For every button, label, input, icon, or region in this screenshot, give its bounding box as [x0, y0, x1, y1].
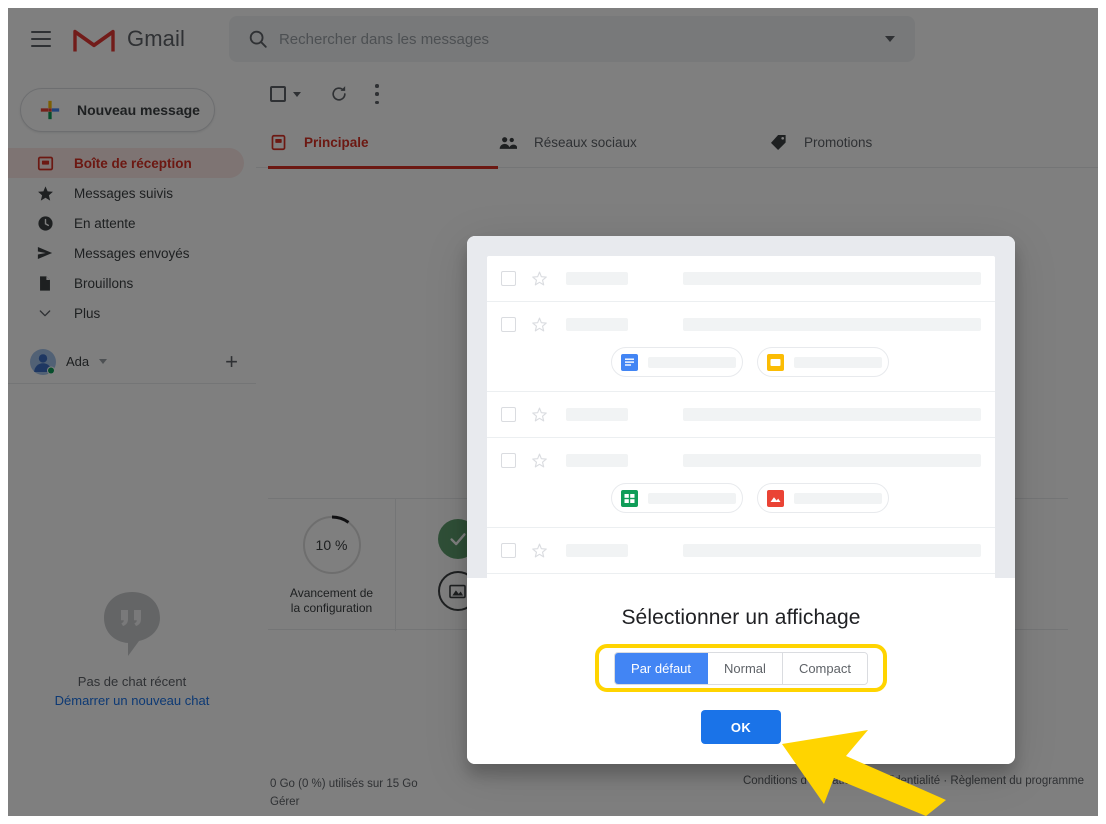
preview-sender-placeholder	[566, 454, 628, 467]
preview-sender-placeholder	[566, 544, 628, 557]
google-docs-icon	[621, 353, 638, 371]
attachment-chip	[611, 483, 743, 513]
checkbox-icon	[501, 543, 516, 558]
star-icon	[531, 270, 548, 287]
checkbox-icon	[501, 453, 516, 468]
preview-subject-placeholder	[683, 408, 981, 421]
attachment-chip	[757, 347, 889, 377]
attachment-chip	[757, 483, 889, 513]
preview-sender-placeholder	[566, 318, 628, 331]
preview-row	[487, 392, 995, 438]
checkbox-icon	[501, 271, 516, 286]
star-icon	[531, 316, 548, 333]
attachment-name-placeholder	[648, 492, 736, 504]
density-segmented-control: Par défaut Normal Compact	[614, 651, 868, 685]
attachment-chips	[611, 483, 995, 513]
preview-message-list	[487, 256, 995, 578]
yellow-arrow-cursor	[778, 708, 948, 816]
preview-row	[487, 256, 995, 302]
density-option-normal[interactable]: Normal	[708, 652, 783, 684]
image-attachment-icon	[767, 489, 784, 507]
density-options-highlight: Par défaut Normal Compact	[595, 644, 887, 692]
preview-row	[487, 438, 995, 528]
preview-sender-placeholder	[566, 408, 628, 421]
attachment-name-placeholder	[648, 356, 736, 368]
ok-button[interactable]: OK	[701, 710, 781, 744]
attachment-name-placeholder	[794, 492, 882, 504]
google-sheets-icon	[621, 489, 638, 507]
preview-subject-placeholder	[683, 318, 981, 331]
attachment-chip	[611, 347, 743, 377]
star-icon	[531, 406, 548, 423]
attachment-chips	[611, 347, 995, 377]
preview-sender-placeholder	[566, 272, 628, 285]
checkbox-icon	[501, 407, 516, 422]
preview-subject-placeholder	[683, 544, 981, 557]
google-slides-icon	[767, 353, 784, 371]
dialog-title: Sélectionner un affichage	[621, 606, 861, 629]
attachment-name-placeholder	[794, 356, 882, 368]
density-option-compact[interactable]: Compact	[782, 652, 867, 684]
star-icon	[531, 452, 548, 469]
density-preview	[467, 236, 1015, 578]
display-density-dialog: Sélectionner un affichage Par défaut Nor…	[467, 236, 1015, 764]
preview-row	[487, 528, 995, 574]
preview-subject-placeholder	[683, 454, 981, 467]
star-icon	[531, 542, 548, 559]
preview-subject-placeholder	[683, 272, 981, 285]
checkbox-icon	[501, 317, 516, 332]
app-frame: Gmail	[8, 8, 1098, 816]
preview-row	[487, 302, 995, 392]
density-option-default[interactable]: Par défaut	[615, 652, 709, 684]
